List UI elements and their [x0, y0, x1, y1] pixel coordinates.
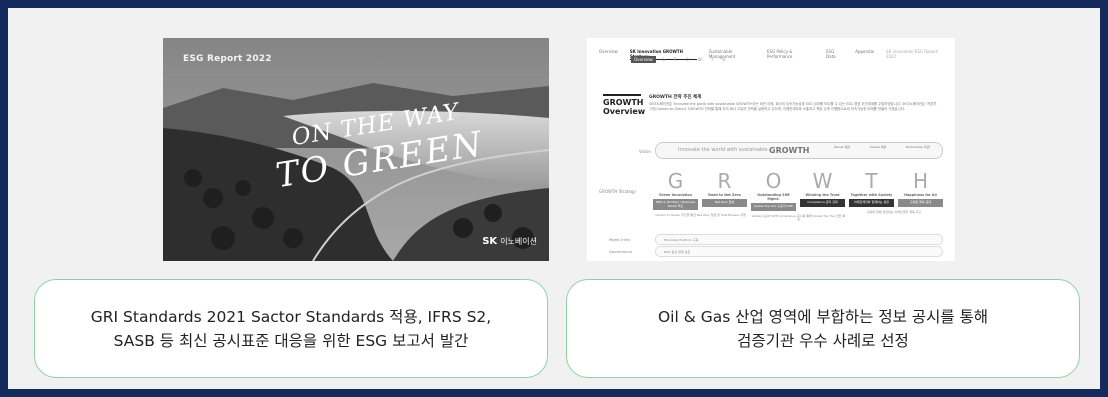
subtab-h: H [722, 57, 726, 62]
letter-g: G [667, 169, 684, 193]
subtab-r: R [673, 57, 677, 62]
subtab-o: O [685, 57, 689, 62]
letter-note: Global 수준의 SHE Compliance 준수를 통해 Global … [751, 213, 846, 222]
letter-col-g: G Green Innovation PBIS & Portfolio / Bu… [653, 169, 746, 218]
page-title: GROWTH Overview [603, 98, 645, 116]
letter-caption: Outstanding SHE Mgmt. [757, 193, 790, 201]
vision-label: Vision [639, 149, 651, 154]
governance-label: Governance [609, 249, 632, 254]
subtab-overview: Overview [631, 56, 656, 63]
nav-report-name: SK innovation ESG Report 2022 [886, 49, 938, 59]
cover-report-label: ESG Report 2022 [183, 54, 272, 64]
letter-col-o: O Outstanding SHE Mgmt. Global Top Tier … [751, 169, 845, 222]
caption-left-line2: SASB 등 최신 공시표준 대응을 위한 ESG 보고서 발간 [113, 331, 469, 350]
letter-caption: Happiness for All [904, 193, 937, 197]
letter-col-w: W Winning the Trust Compliance 관리 강화 [800, 170, 845, 207]
page-title-line2: Overview [603, 107, 646, 116]
vision-text: Innovate the world with sustainable [678, 147, 768, 153]
governance-bar: BOD 중심 경영 실천 [655, 246, 943, 257]
subtab-w: W [697, 57, 702, 62]
mgmt-infra-text: ESG Data Platform 구축 [664, 237, 699, 242]
nav-overview: Overview [599, 49, 618, 54]
vision-side-people: People 측면 [870, 145, 887, 149]
title-rule [603, 94, 641, 96]
letter-note: Carbon to Green 추진을 통한 Net Zero 달성 및 Pos… [655, 213, 746, 218]
content-stage: ESG Report 2022 ON THE WAY TO GREEN SK 이… [8, 8, 1100, 389]
letter-note: 사회와 함께 성장하는 이해관계자 행복 추구 [866, 209, 922, 214]
strategy-label: GROWTH Strategy [599, 189, 636, 194]
letter-box: Global Top Tier 수준의 SHE [751, 203, 796, 211]
vision-side-planet: Planet 측면 [834, 145, 850, 149]
mgmt-infra-label: Mgmt Infra [609, 237, 630, 242]
letter-t: T [865, 169, 878, 193]
letter-box: 구성원 행복 증대 [898, 199, 943, 207]
letter-caption: Winning the Trust [805, 193, 840, 197]
letter-r: R [717, 169, 732, 193]
letter-caption: Green Innovation [658, 193, 693, 197]
page-subtabs: Overview G R O W T H [631, 56, 728, 63]
caption-left-line1: GRI Standards 2021 Sactor Standards 적용, … [90, 307, 492, 326]
vision-side-partnership: Partnership 측면 [906, 145, 930, 149]
caption-right-line2: 검증기관 우수 사례로 선정 [737, 331, 909, 350]
esg-report-cover-image: ESG Report 2022 ON THE WAY TO GREEN SK 이… [163, 38, 549, 261]
letter-col-h: H Happiness for All 구성원 행복 증대 [898, 170, 943, 207]
letter-box: PBIS & Portfolio / Business Model 혁신 [653, 199, 698, 211]
letter-h: H [912, 169, 929, 193]
letter-caption: Road to Net Zero [708, 193, 741, 197]
vision-growth: GROWTH [769, 145, 810, 155]
caption-left: GRI Standards 2021 Sactor Standards 적용, … [34, 279, 548, 378]
governance-text: BOD 중심 경영 실천 [664, 249, 691, 254]
report-page-screenshot: Overview SK Innovation GROWTH Strategy S… [587, 38, 955, 261]
nav-appendix: Appendix [855, 49, 875, 54]
page-title-line1: GROWTH [603, 98, 644, 107]
sk-innovation-logo: SK 이노베이션 [482, 236, 537, 247]
subtab-t: T [710, 57, 714, 62]
letter-col-t: T Together with Society 이해관계자와 함께하는 성장 사… [849, 169, 921, 214]
caption-right-line1: Oil & Gas 산업 영역에 부합하는 정보 공시를 통해 [657, 307, 989, 326]
letter-o: O [765, 169, 782, 193]
mgmt-infra-bar: ESG Data Platform 구축 [655, 234, 943, 245]
letter-box: Compliance 관리 강화 [800, 199, 845, 207]
letter-box: Net Zero 달성 [702, 199, 747, 207]
letter-w: W [812, 169, 833, 193]
caption-right: Oil & Gas 산업 영역에 부합하는 정보 공시를 통해 검증기관 우수 … [566, 279, 1080, 378]
nav-esg-policy: ESG Policy & Performance [767, 49, 793, 59]
sk-logo-mark: SK [482, 236, 498, 247]
subtab-g: G [661, 57, 665, 62]
sk-logo-corp-name: 이노베이션 [500, 237, 537, 246]
letter-col-r: R Road to Net Zero Net Zero 달성 [702, 170, 747, 207]
letter-box: 이해관계자와 함께하는 성장 [849, 199, 894, 207]
vision-bar: Innovate the world with sustainable GROW… [655, 142, 943, 159]
page-heading: GROWTH 전략 추진 체계 [649, 95, 702, 100]
page-description: SK이노베이션은 'Innovate the world with sustai… [649, 102, 937, 111]
nav-esg-data: ESG Data [826, 49, 836, 59]
letter-caption: Together with Society [850, 193, 893, 197]
